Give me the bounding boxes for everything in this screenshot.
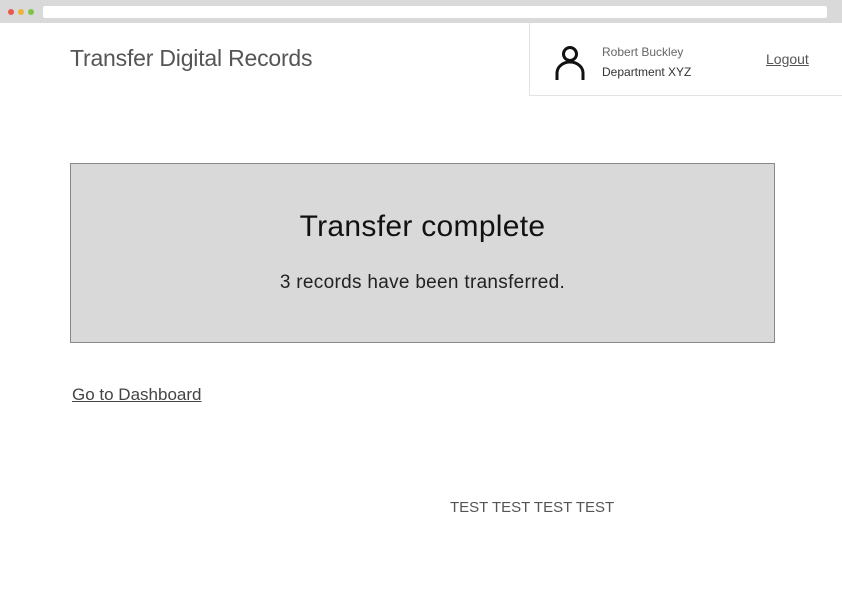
user-department: Department XYZ: [602, 65, 692, 79]
window-minimize-dot[interactable]: [18, 9, 24, 15]
logout-link[interactable]: Logout: [766, 51, 809, 67]
page-title: Transfer Digital Records: [70, 45, 313, 71]
browser-chrome: [0, 0, 842, 23]
panel-heading: Transfer complete: [299, 210, 546, 243]
test-text: TEST TEST TEST TEST: [450, 499, 615, 516]
user-panel: Robert Buckley Department XYZ Logout: [529, 23, 842, 96]
window-close-dot[interactable]: [8, 9, 14, 15]
panel-message: 3 records have been transferred.: [279, 272, 566, 293]
transfer-complete-panel: Transfer complete 3 records have been tr…: [70, 163, 775, 343]
user-name: Robert Buckley: [602, 45, 684, 59]
address-bar[interactable]: [43, 6, 827, 18]
window-maximize-dot[interactable]: [28, 9, 34, 15]
go-to-dashboard-link[interactable]: Go to Dashboard: [72, 385, 201, 405]
user-icon: [555, 46, 585, 80]
